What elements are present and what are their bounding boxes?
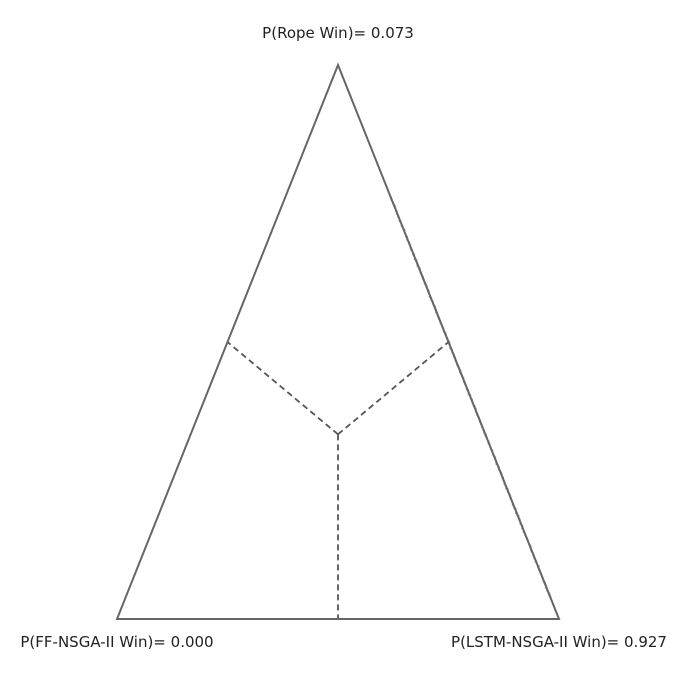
divider-right bbox=[337, 341, 450, 436]
corner-label-rope: P(Rope Win)= 0.073 bbox=[262, 24, 414, 42]
divider-left bbox=[226, 341, 339, 436]
corner-label-ff-nsga-ii: P(FF-NSGA-II Win)= 0.000 bbox=[20, 633, 213, 651]
region-dividers bbox=[226, 341, 450, 619]
corner-label-lstm-nsga-ii: P(LSTM-NSGA-II Win)= 0.927 bbox=[451, 633, 667, 651]
ternary-chart: P(Rope Win)= 0.073 P(FF-NSGA-II Win)= 0.… bbox=[20, 24, 667, 651]
